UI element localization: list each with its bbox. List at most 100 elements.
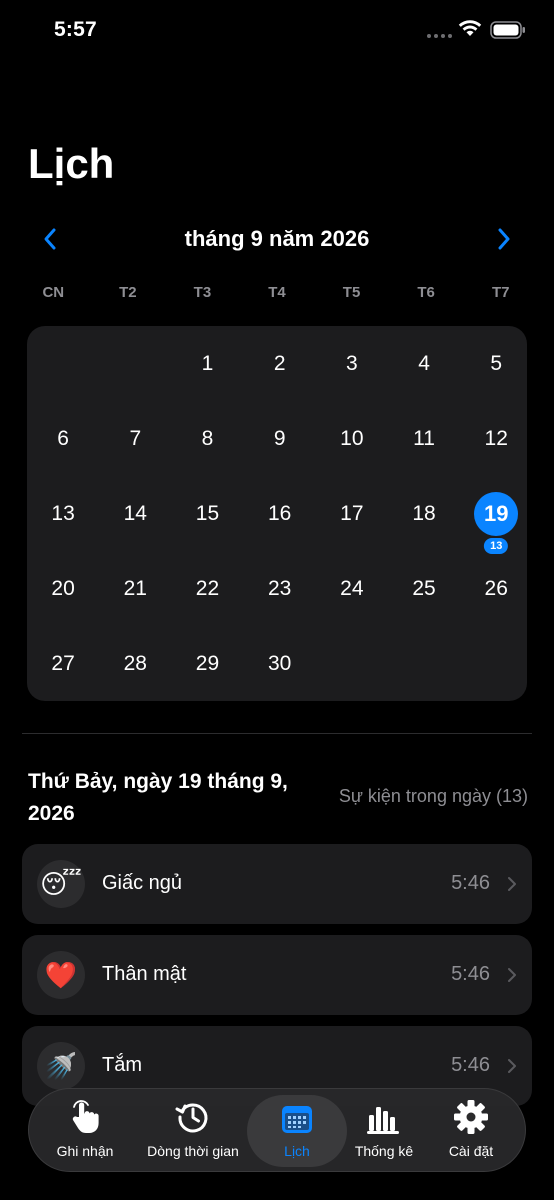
- calendar-day[interactable]: 20: [27, 551, 99, 626]
- calendar-day[interactable]: 7: [99, 401, 171, 476]
- day-number: 12: [484, 427, 508, 450]
- month-label: tháng 9 năm 2026: [184, 226, 370, 251]
- calendar-day[interactable]: 23: [244, 551, 316, 626]
- calendar-day[interactable]: 5: [460, 326, 532, 401]
- day-number: 20: [51, 577, 75, 600]
- calendar-day[interactable]: 2: [244, 326, 316, 401]
- weekday-header: CN: [42, 284, 65, 301]
- status-bar: 5:57: [0, 0, 554, 60]
- tab-label: Ghi nhận: [56, 1143, 114, 1159]
- calendar-day[interactable]: 30: [244, 626, 316, 701]
- day-number: 15: [195, 502, 220, 525]
- section-divider: [22, 733, 532, 734]
- day-number: 22: [195, 577, 220, 600]
- battery-icon: [490, 21, 525, 39]
- chevron-right-icon: [508, 1059, 516, 1073]
- calendar-day[interactable]: 15: [171, 476, 243, 551]
- day-number: 19: [474, 492, 519, 536]
- day-number: 11: [413, 427, 435, 450]
- gear-icon: [454, 1100, 488, 1134]
- tab-label: Cài đặt: [448, 1143, 494, 1159]
- selected-day-title: Thứ Bảy, ngày 19 tháng 9, 2026: [28, 770, 288, 825]
- tab-lich[interactable]: Lịch: [247, 1095, 347, 1167]
- day-number: 28: [123, 652, 147, 675]
- day-number: 13: [51, 502, 75, 525]
- calendar-day[interactable]: 21: [99, 551, 171, 626]
- calendar-blank: [99, 326, 171, 401]
- calendar-day[interactable]: 11: [388, 401, 460, 476]
- event-row[interactable]: 😴 Giấc ngủ 5:46: [22, 844, 532, 924]
- day-number: 30: [267, 652, 292, 675]
- event-name: Giấc ngủ: [102, 872, 183, 894]
- day-number: 17: [340, 502, 364, 525]
- tab-label: Lịch: [284, 1143, 310, 1159]
- calendar-day[interactable]: 25: [388, 551, 460, 626]
- event-time: 5:46: [451, 963, 490, 985]
- calendar-day-selected[interactable]: 19 13: [460, 476, 532, 554]
- calendar-day[interactable]: 13: [27, 476, 99, 551]
- weekday-header: T4: [268, 284, 286, 301]
- day-number: 14: [123, 502, 147, 525]
- calendar-blank: [27, 326, 99, 401]
- day-number: 2: [273, 352, 286, 375]
- day-number: 16: [267, 502, 292, 525]
- month-navigation: tháng 9 năm 2026: [0, 222, 554, 256]
- day-number: 1: [201, 352, 214, 375]
- calendar-day[interactable]: 3: [316, 326, 388, 401]
- calendar-day[interactable]: 27: [27, 626, 99, 701]
- day-number: 6: [57, 427, 69, 450]
- calendar-day[interactable]: 12: [460, 401, 532, 476]
- tab-cai-dat[interactable]: Cài đặt: [421, 1095, 521, 1167]
- status-time: 5:57: [54, 18, 97, 41]
- day-number: 23: [267, 577, 292, 600]
- next-month-chevron-icon[interactable]: [490, 226, 516, 252]
- day-number: 29: [195, 652, 220, 675]
- calendar-day[interactable]: 10: [316, 401, 388, 476]
- chevron-right-icon: [508, 968, 516, 982]
- day-number: 10: [340, 427, 364, 450]
- event-time: 5:46: [451, 1054, 490, 1076]
- day-number: 21: [123, 577, 147, 600]
- calendar-day[interactable]: 14: [99, 476, 171, 551]
- day-number: 7: [129, 427, 142, 450]
- calendar-day[interactable]: 18: [388, 476, 460, 551]
- weekday-header: T7: [491, 284, 510, 301]
- weekday-header: T2: [119, 284, 137, 301]
- sleeping-face-icon: 😴: [37, 860, 85, 908]
- calendar-day[interactable]: 16: [244, 476, 316, 551]
- tab-dong-thoi-gian[interactable]: Dòng thời gian: [137, 1095, 249, 1167]
- calendar-day[interactable]: 22: [171, 551, 243, 626]
- day-number: 4: [418, 352, 430, 375]
- weekday-headers: CN T2 T3 T4 T5 T6 T7: [16, 284, 538, 301]
- calendar-day[interactable]: 26: [460, 551, 532, 626]
- calendar-day[interactable]: 6: [27, 401, 99, 476]
- day-number: 8: [201, 427, 214, 450]
- chevron-right-icon: [508, 877, 516, 891]
- calendar-day[interactable]: 17: [316, 476, 388, 551]
- calendar-grid: 1 2 3 4 5 6 7 8 9 10 11 12 13 14 15 16 17 18 19 13 20 21 22 23 2…: [27, 326, 527, 701]
- day-number: 5: [490, 352, 503, 375]
- tab-label: Thống kê: [354, 1143, 414, 1159]
- tab-bar: Ghi nhận Dòng thời gian Lịch Thống kê Cà…: [28, 1088, 526, 1172]
- calendar-day[interactable]: 9: [244, 401, 316, 476]
- event-name: Thân mật: [102, 963, 187, 985]
- event-row[interactable]: ❤️ Thân mật 5:46: [22, 935, 532, 1015]
- weekday-header: T6: [417, 284, 435, 301]
- calendar-day[interactable]: 24: [316, 551, 388, 626]
- tab-ghi-nhan[interactable]: Ghi nhận: [33, 1095, 137, 1167]
- shower-icon: 🚿: [37, 1042, 85, 1090]
- tab-thong-ke[interactable]: Thống kê: [347, 1095, 421, 1167]
- calendar-day[interactable]: 29: [171, 626, 243, 701]
- calendar-day[interactable]: 4: [388, 326, 460, 401]
- wifi-icon: [458, 20, 482, 36]
- calendar-day[interactable]: 28: [99, 626, 171, 701]
- weekday-header: T3: [193, 284, 212, 301]
- weekday-header: T5: [342, 284, 361, 301]
- tab-label: Dòng thời gian: [147, 1143, 239, 1159]
- event-time: 5:46: [451, 872, 490, 894]
- calendar-day[interactable]: 1: [171, 326, 243, 401]
- day-number: 3: [346, 352, 358, 375]
- day-number: 18: [412, 502, 436, 525]
- calendar-day[interactable]: 8: [171, 401, 243, 476]
- page-title: Lịch: [28, 140, 115, 187]
